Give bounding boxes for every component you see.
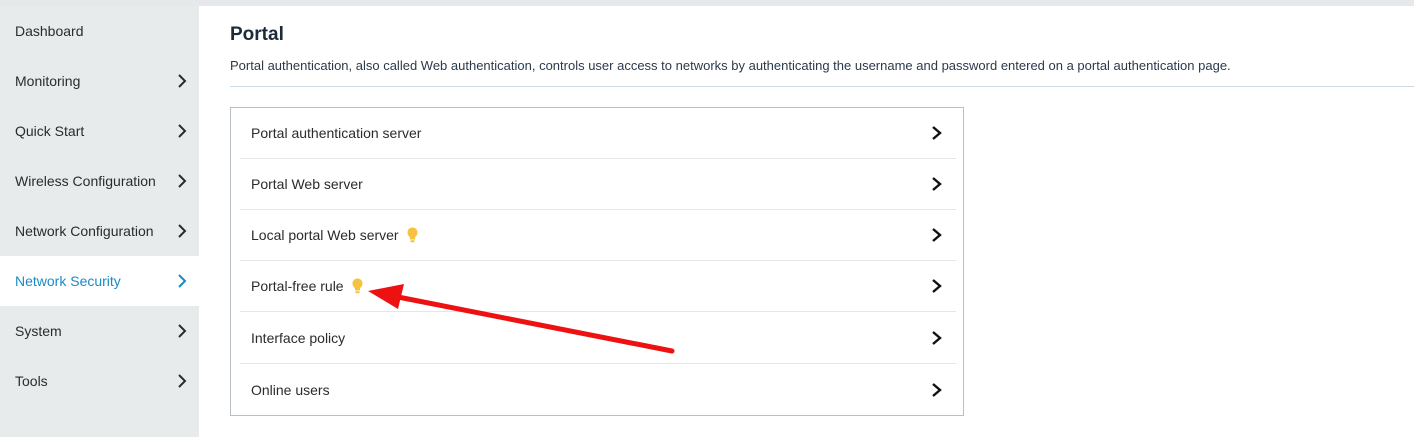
sidebar: Dashboard Monitoring Quick Start Wireles… <box>0 6 199 437</box>
sidebar-item-monitoring[interactable]: Monitoring <box>0 56 199 106</box>
menu-row-label: Portal Web server <box>251 176 363 192</box>
chevron-right-icon <box>932 382 942 397</box>
sidebar-item-label: Quick Start <box>15 123 85 139</box>
chevron-right-icon <box>178 74 187 88</box>
sidebar-item-label: Wireless Configuration <box>15 173 156 189</box>
chevron-right-icon <box>932 279 942 293</box>
sidebar-item-label: Network Security <box>15 273 121 289</box>
chevron-right-icon <box>178 274 187 288</box>
sidebar-item-label: Monitoring <box>15 73 81 89</box>
sidebar-item-network-security[interactable]: Network Security <box>0 256 199 306</box>
chevron-right-icon <box>932 228 942 242</box>
sidebar-item-wireless-configuration[interactable]: Wireless Configuration <box>0 156 199 206</box>
chevron-right-icon <box>178 124 187 138</box>
menu-row-portal-web-server[interactable]: Portal Web server <box>240 159 956 210</box>
page-title: Portal <box>230 24 284 45</box>
portal-menu-panel: Portal authentication server Portal Web … <box>230 107 964 416</box>
menu-row-portal-free-rule[interactable]: Portal-free rule <box>240 261 956 312</box>
divider <box>230 86 1414 87</box>
menu-row-label: Online users <box>251 381 330 398</box>
chevron-right-icon <box>932 126 942 140</box>
menu-row-portal-authentication-server[interactable]: Portal authentication server <box>240 108 956 159</box>
chevron-right-icon <box>178 224 187 238</box>
menu-row-label: Portal authentication server <box>251 125 422 141</box>
sidebar-item-system[interactable]: System <box>0 306 199 356</box>
sidebar-item-network-configuration[interactable]: Network Configuration <box>0 206 199 256</box>
menu-row-label: Portal-free rule <box>251 278 344 294</box>
sidebar-item-label: Tools <box>15 373 48 389</box>
page-description: Portal authentication, also called Web a… <box>230 58 1231 73</box>
chevron-right-icon <box>932 331 942 345</box>
menu-row-label: Local portal Web server <box>251 227 399 243</box>
menu-row-label: Interface policy <box>251 330 346 346</box>
sidebar-item-label: System <box>15 323 62 339</box>
chevron-right-icon <box>932 177 942 191</box>
lightbulb-icon <box>407 227 418 243</box>
top-bar <box>0 0 1414 6</box>
lightbulb-icon <box>352 278 363 294</box>
sidebar-item-dashboard[interactable]: Dashboard <box>0 6 199 56</box>
menu-row-local-portal-web-server[interactable]: Local portal Web server <box>240 210 956 261</box>
sidebar-item-label: Dashboard <box>15 23 84 39</box>
menu-row-interface-policy[interactable]: Interface policy <box>240 313 956 364</box>
sidebar-item-quick-start[interactable]: Quick Start <box>0 106 199 156</box>
chevron-right-icon <box>178 174 187 188</box>
chevron-right-icon <box>178 324 187 338</box>
chevron-right-icon <box>178 374 187 388</box>
sidebar-item-tools[interactable]: Tools <box>0 356 199 406</box>
sidebar-item-label: Network Configuration <box>15 223 154 239</box>
menu-row-online-users[interactable]: Online users <box>240 364 956 415</box>
